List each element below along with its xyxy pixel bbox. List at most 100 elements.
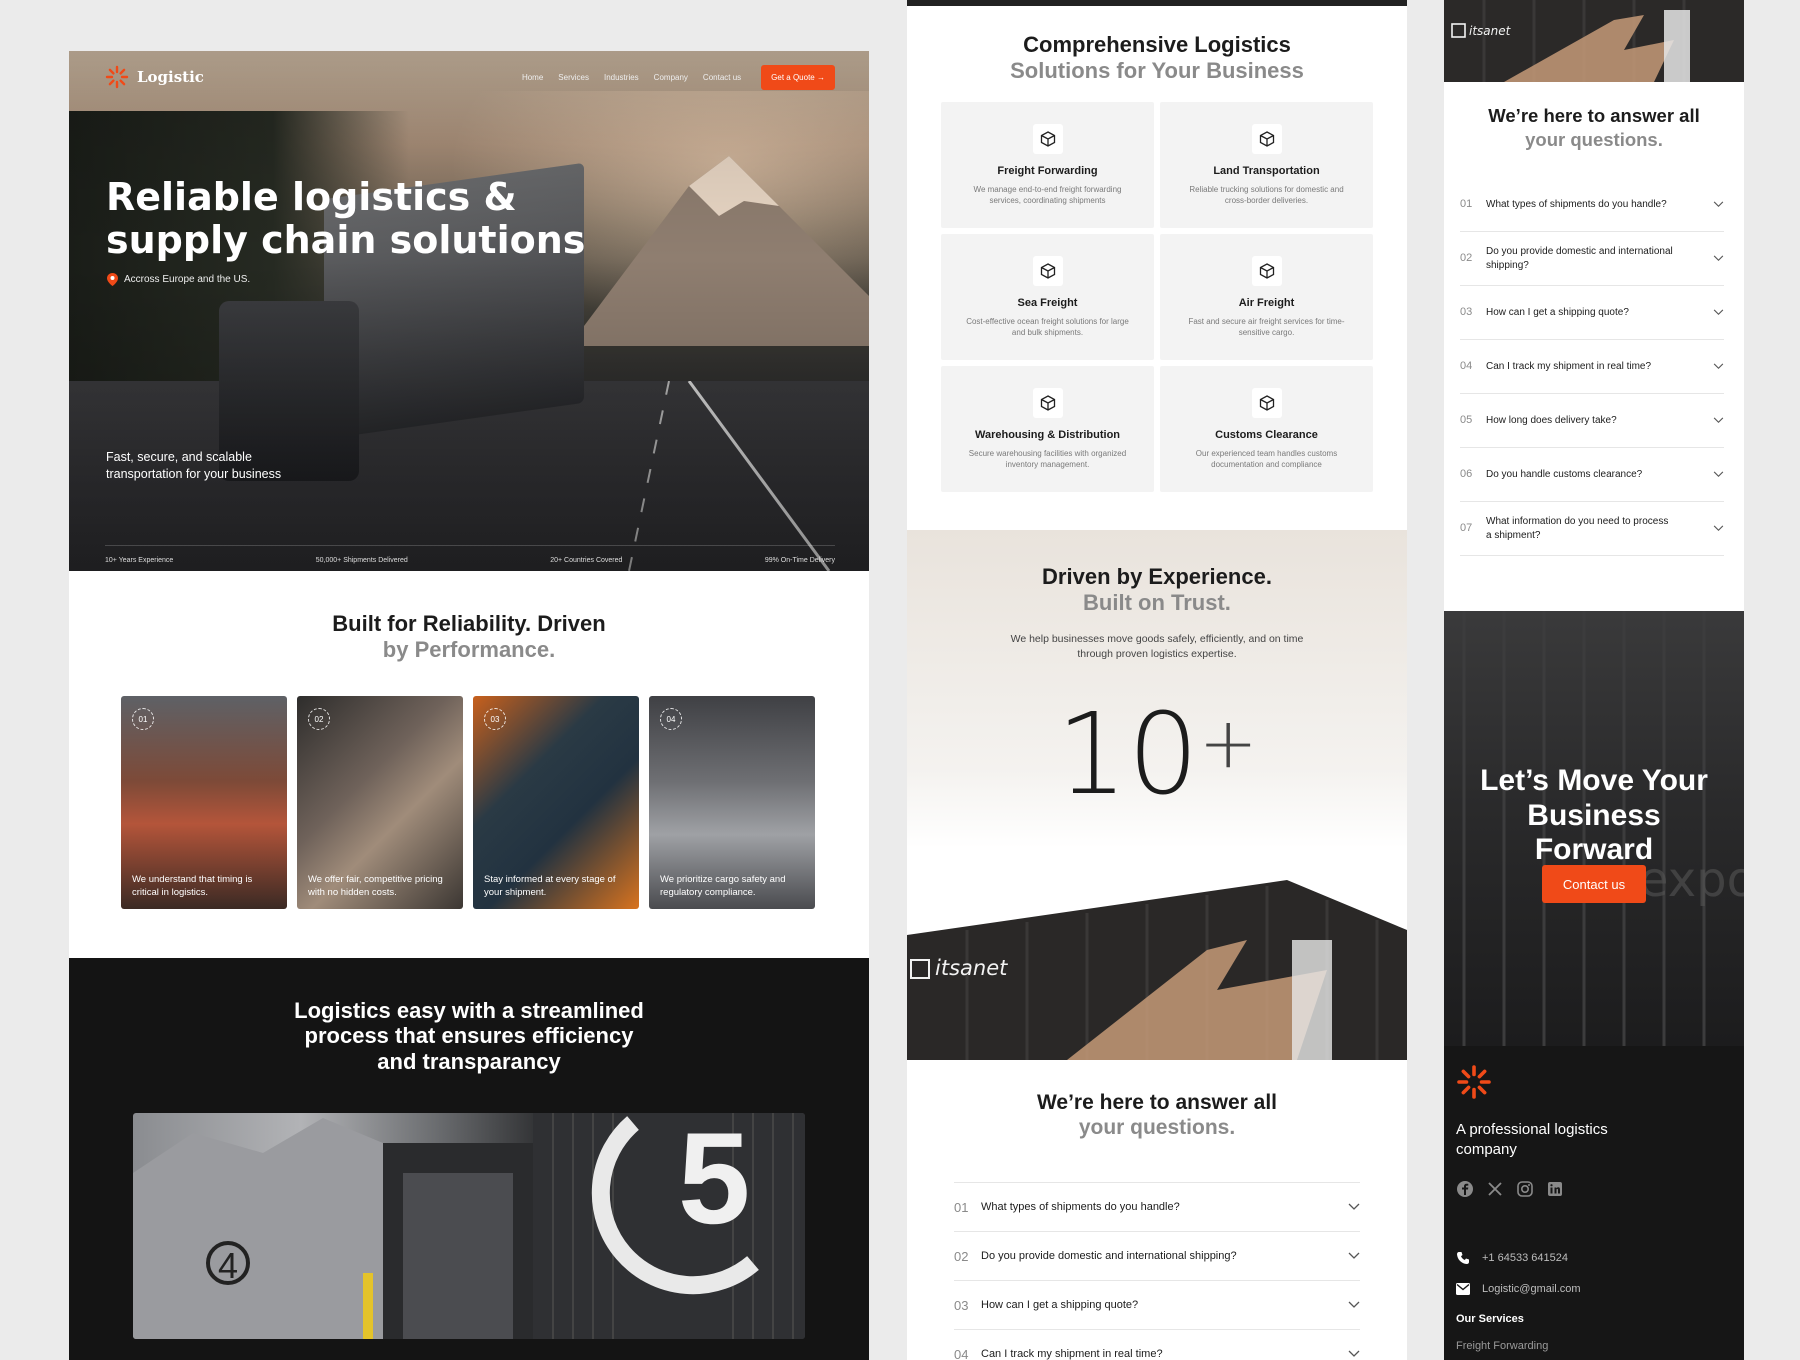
- sunburst-logo-icon[interactable]: [1456, 1064, 1492, 1100]
- experience-desc: We help businesses move goods safely, ef…: [1010, 633, 1304, 661]
- x-icon[interactable]: [1486, 1180, 1504, 1198]
- nav-links: Home Services Industries Company Contact…: [522, 73, 741, 82]
- faq-item[interactable]: 05 How long does delivery take?: [1460, 394, 1724, 448]
- service-desc: Cost-effective ocean freight solutions f…: [966, 317, 1129, 337]
- faq-item[interactable]: 01 What types of shipments do you handle…: [954, 1182, 1360, 1231]
- faq-title: We’re here to answer all your questions.: [907, 1090, 1407, 1140]
- chevron-down-icon: [1713, 471, 1724, 478]
- faq-item[interactable]: 01 What types of shipments do you handle…: [1460, 178, 1724, 232]
- chevron-down-icon: [1713, 417, 1724, 424]
- faq-question: Do you provide domestic and internationa…: [981, 1250, 1237, 1262]
- service-desc: Fast and secure air freight services for…: [1188, 317, 1345, 337]
- linkedin-icon[interactable]: [1546, 1180, 1564, 1198]
- reliability-cards: 01 We understand that timing is critical…: [121, 696, 817, 909]
- service-desc: Our experienced team handles customs doc…: [1195, 449, 1338, 469]
- container-brand: itsanet: [935, 956, 1008, 980]
- box-icon: [1251, 124, 1282, 154]
- landing-page-mobile: itsanet We’re here to answer all your qu…: [1444, 0, 1744, 1360]
- brand-logo[interactable]: Logistic: [105, 65, 204, 89]
- faq-item[interactable]: 03 How can I get a shipping quote?: [1460, 286, 1724, 340]
- reliability-card[interactable]: 03 Stay informed at every stage of your …: [473, 696, 639, 909]
- email-address: Logistic@gmail.com: [1482, 1282, 1581, 1295]
- faq-title-line1: We’re here to answer all: [1488, 105, 1700, 126]
- box-icon: [1251, 256, 1282, 286]
- faq-number: 03: [1460, 305, 1473, 318]
- service-card-warehousing[interactable]: Warehousing & Distribution Secure wareho…: [941, 366, 1154, 492]
- hero-location-text: Accross Europe and the US.: [124, 274, 251, 285]
- svg-text:5: 5: [678, 1113, 750, 1251]
- landing-page-desktop: Logistic Home Services Industries Compan…: [69, 51, 869, 1360]
- faq-item[interactable]: 04 Can I track my shipment in real time?: [1460, 340, 1724, 394]
- container-brand: itsanet: [1469, 24, 1512, 38]
- faq-item[interactable]: 07 What information do you need to proce…: [1460, 502, 1724, 556]
- chevron-down-icon: [1713, 255, 1724, 262]
- stat-shipments: 50,000+ Shipments Delivered: [315, 557, 408, 564]
- faq-title-line2: your questions.: [1078, 1116, 1236, 1140]
- service-name: Freight Forwarding: [997, 165, 1098, 177]
- service-card-air-freight[interactable]: Air Freight Fast and secure air freight …: [1160, 234, 1373, 360]
- faq-item[interactable]: 06 Do you handle customs clearance?: [1460, 448, 1724, 502]
- services-title-line1: Comprehensive Logistics: [1023, 32, 1291, 57]
- faq-number: 02: [1460, 251, 1473, 264]
- box-icon: [1251, 388, 1282, 418]
- faq-item[interactable]: 03 How can I get a shipping quote?: [954, 1280, 1360, 1329]
- instagram-icon[interactable]: [1516, 1180, 1534, 1198]
- contact-us-button[interactable]: Contact us: [1542, 865, 1646, 903]
- service-name: Sea Freight: [1017, 297, 1078, 309]
- nav-link-contact[interactable]: Contact us: [703, 73, 741, 82]
- faq-question: How can I get a shipping quote?: [1486, 306, 1629, 318]
- faq-question: Do you provide domestic and internationa…: [1486, 245, 1673, 271]
- location-pin-icon: [107, 273, 118, 286]
- card-text: Stay informed at every stage of your shi…: [484, 874, 616, 898]
- container-thumbnail: itsanet: [1444, 0, 1744, 82]
- footer: A professional logistics company +1 6453…: [1444, 1046, 1744, 1360]
- card-number: 04: [660, 708, 682, 730]
- nav-link-company[interactable]: Company: [654, 73, 688, 82]
- svg-text:4: 4: [218, 1245, 238, 1286]
- faq-number: 04: [954, 1346, 969, 1360]
- stat-years: 10+ Years Experience: [105, 557, 174, 564]
- service-card-customs[interactable]: Customs Clearance Our experienced team h…: [1160, 366, 1373, 492]
- faq-number: 01: [1460, 197, 1473, 210]
- footer-tagline: A professional logistics company: [1456, 1121, 1608, 1159]
- chevron-down-icon: [1348, 1252, 1360, 1259]
- chevron-down-icon: [1348, 1350, 1360, 1357]
- stat-on-time: 99% On-Time Delivery: [764, 557, 835, 564]
- hero-subtitle: Fast, secure, and scalable transportatio…: [106, 450, 282, 481]
- get-quote-button[interactable]: Get a Quote →: [761, 64, 835, 90]
- reliability-card[interactable]: 04 We prioritize cargo safety and regula…: [649, 696, 815, 909]
- phone-icon: [1457, 1251, 1469, 1264]
- service-name: Air Freight: [1238, 297, 1295, 309]
- service-name: Land Transportation: [1213, 165, 1320, 177]
- box-icon: [1032, 256, 1063, 286]
- service-card-land-transportation[interactable]: Land Transportation Reliable trucking so…: [1160, 102, 1373, 228]
- footer-email[interactable]: Logistic@gmail.com: [1456, 1273, 1581, 1304]
- footer-service-link[interactable]: Freight Forwarding: [1456, 1340, 1548, 1352]
- faq-list-mobile: 01 What types of shipments do you handle…: [1460, 178, 1724, 556]
- service-card-sea-freight[interactable]: Sea Freight Cost-effective ocean freight…: [941, 234, 1154, 360]
- service-card-freight-forwarding[interactable]: Freight Forwarding We manage end-to-end …: [941, 102, 1154, 228]
- reliability-card[interactable]: 02 We offer fair, competitive pricing wi…: [297, 696, 463, 909]
- faq-item[interactable]: 02 Do you provide domestic and internati…: [1460, 232, 1724, 286]
- container-image: itsanet: [907, 880, 1407, 1060]
- box-icon: [1032, 124, 1063, 154]
- hero-section: Logistic Home Services Industries Compan…: [69, 51, 869, 571]
- experience-title: Driven by Experience. Built on Trust.: [907, 564, 1407, 617]
- faq-item[interactable]: 04 Can I track my shipment in real time?: [954, 1329, 1360, 1360]
- stat-countries: 20+ Countries Covered: [550, 557, 623, 564]
- facebook-icon[interactable]: [1456, 1180, 1474, 1198]
- service-name: Warehousing & Distribution: [974, 429, 1121, 441]
- experience-title-line2: Built on Trust.: [1083, 590, 1231, 616]
- nav-link-industries[interactable]: Industries: [604, 73, 639, 82]
- reliability-card[interactable]: 01 We understand that timing is critical…: [121, 696, 287, 909]
- footer-phone[interactable]: +1 64533 641524: [1456, 1242, 1581, 1273]
- services-title: Comprehensive Logistics Solutions for Yo…: [907, 32, 1407, 84]
- card-text: We offer fair, competitive pricing with …: [308, 874, 443, 898]
- chevron-down-icon: [1713, 201, 1724, 208]
- faq-item[interactable]: 02 Do you provide domestic and internati…: [954, 1231, 1360, 1280]
- nav-link-services[interactable]: Services: [558, 73, 589, 82]
- experience-section: Driven by Experience. Built on Trust. We…: [907, 530, 1407, 1060]
- nav-link-home[interactable]: Home: [522, 73, 543, 82]
- cta-title-text: Let’s Move Your Business Forward: [1480, 764, 1708, 866]
- sunburst-logo-icon: [105, 65, 129, 89]
